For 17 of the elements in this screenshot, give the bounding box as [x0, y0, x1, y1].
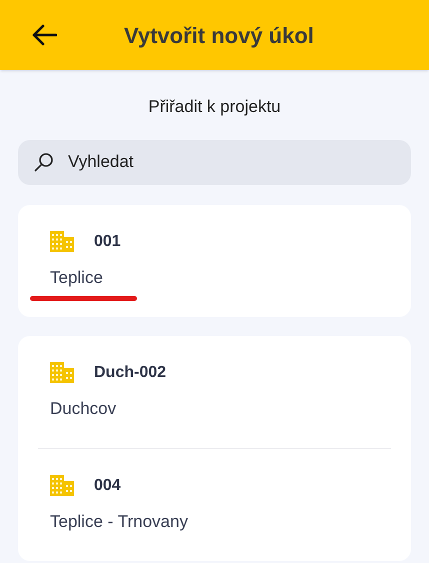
- project-name: Duchcov: [50, 398, 116, 420]
- building-icon: [50, 475, 74, 496]
- project-name: Teplice: [50, 266, 103, 288]
- back-arrow-icon: [31, 24, 57, 46]
- building-icon: [50, 231, 74, 252]
- project-code: 004: [94, 476, 121, 496]
- project-item[interactable]: Duch-002 Duchcov: [30, 336, 399, 448]
- section-heading: Přiřadit k projektu: [148, 96, 281, 118]
- project-name: Teplice - Trnovany: [50, 510, 188, 532]
- search-icon: [34, 152, 54, 172]
- screen-title: Vytvořit nový úkol: [124, 22, 314, 50]
- project-code: 001: [94, 232, 121, 252]
- project-item[interactable]: 004 Teplice - Trnovany: [30, 448, 399, 560]
- building-icon: [50, 362, 74, 383]
- project-item[interactable]: 001 Teplice: [30, 204, 399, 316]
- search-field[interactable]: Vyhledat: [18, 140, 411, 184]
- project-code: Duch-002: [94, 362, 166, 382]
